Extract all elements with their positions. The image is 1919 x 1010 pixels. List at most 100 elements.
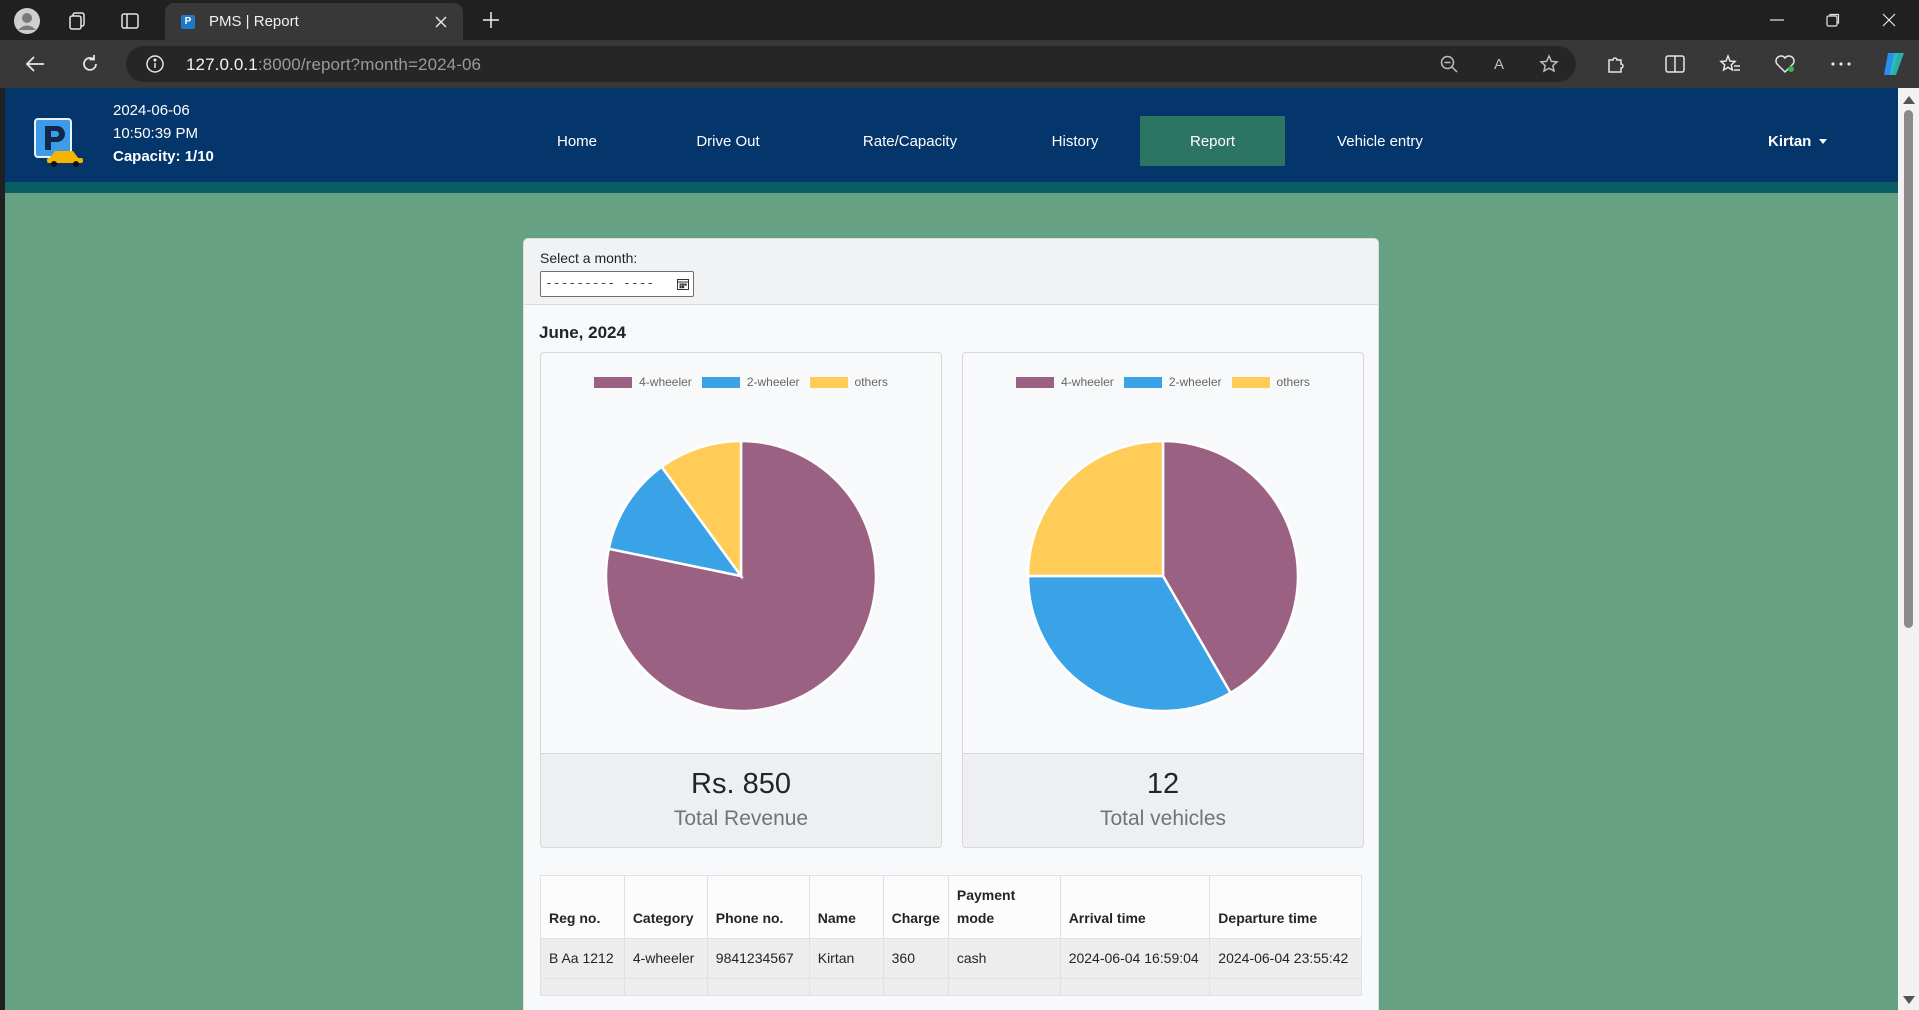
browser-essentials-icon[interactable] xyxy=(1770,50,1800,78)
scrollbar-thumb[interactable] xyxy=(1904,110,1913,628)
legend-swatch xyxy=(809,376,848,388)
legend-swatch xyxy=(1016,376,1055,388)
col-phone: Phone no. xyxy=(706,875,810,939)
revenue-chart-card: 4-wheeler 2-wheeler others Rs. 850 Total… xyxy=(540,352,942,848)
col-arrival-time: Arrival time xyxy=(1059,875,1211,939)
url-field[interactable]: 127.0.0.1:8000/report?month=2024-06 A xyxy=(126,46,1576,82)
table-row xyxy=(540,978,1362,996)
cell-empty xyxy=(623,978,708,996)
parking-logo-icon[interactable] xyxy=(33,117,85,167)
col-name: Name xyxy=(808,875,884,939)
browser-address-bar: 127.0.0.1:8000/report?month=2024-06 A xyxy=(0,40,1919,88)
month-label: Select a month: xyxy=(540,250,638,266)
cell-arrival-time: 2024-06-04 16:59:04 xyxy=(1059,938,1211,979)
site-info-icon[interactable] xyxy=(144,53,166,75)
current-date: 2024-06-06 xyxy=(113,102,190,119)
capacity-text: Capacity: 1/10 xyxy=(113,148,214,165)
revenue-pie-chart[interactable]: 4-wheeler 2-wheeler others xyxy=(541,353,941,753)
legend-item[interactable]: others xyxy=(809,375,888,389)
cell-empty xyxy=(706,978,810,996)
copilot-icon[interactable] xyxy=(1878,48,1910,80)
total-revenue-label: Total Revenue xyxy=(673,807,809,830)
tab-title: PMS | Report xyxy=(209,13,299,30)
total-vehicles-value: 12 xyxy=(1146,768,1180,800)
page-viewport: 2024-06-06 10:50:39 PM Capacity: 1/10 Ho… xyxy=(5,88,1898,1010)
favorites-icon[interactable] xyxy=(1715,50,1745,78)
split-screen-icon[interactable] xyxy=(1660,50,1690,78)
app-navbar: 2024-06-06 10:50:39 PM Capacity: 1/10 Ho… xyxy=(5,88,1898,193)
month-input-placeholder: --------- ---- xyxy=(545,276,655,291)
month-input[interactable]: --------- ---- xyxy=(540,271,694,297)
read-aloud-icon[interactable]: A xyxy=(1488,53,1510,75)
cell-empty xyxy=(540,978,625,996)
close-tab-icon[interactable] xyxy=(429,10,453,34)
current-time: 10:50:39 PM xyxy=(113,125,199,142)
legend-label: 4-wheeler xyxy=(1061,375,1114,389)
tab-actions-icon[interactable] xyxy=(115,6,145,36)
close-window-icon[interactable] xyxy=(1874,6,1904,34)
cell-charge: 360 xyxy=(882,938,949,979)
cell-empty xyxy=(1059,978,1211,996)
legend-item[interactable]: 4-wheeler xyxy=(1016,375,1114,389)
legend-label: others xyxy=(854,375,888,389)
legend-item[interactable]: 2-wheeler xyxy=(701,375,800,389)
legend-label: 4-wheeler xyxy=(639,375,692,389)
chart-legend: 4-wheeler 2-wheeler others xyxy=(541,375,941,389)
legend-item[interactable]: 2-wheeler xyxy=(1123,375,1222,389)
nav-report[interactable]: Report xyxy=(1140,116,1285,166)
more-menu-icon[interactable] xyxy=(1826,50,1856,78)
zoom-out-icon[interactable] xyxy=(1438,53,1460,75)
cell-reg-no: B Aa 1212 xyxy=(540,938,625,979)
browser-tab-active[interactable]: P PMS | Report xyxy=(165,3,463,40)
cell-category: 4-wheeler xyxy=(623,938,708,979)
legend-label: 2-wheeler xyxy=(1168,375,1222,389)
parking-favicon-icon: P xyxy=(181,14,195,29)
revenue-summary: Rs. 850 Total Revenue xyxy=(541,753,941,847)
legend-swatch xyxy=(1231,376,1270,388)
nav-drive-out[interactable]: Drive Out xyxy=(669,116,787,166)
url-text: 127.0.0.1:8000/report?month=2024-06 xyxy=(186,55,481,75)
minimize-window-icon[interactable] xyxy=(1762,6,1792,34)
scroll-up-arrow-icon[interactable] xyxy=(1903,96,1915,104)
cell-payment-mode: cash xyxy=(947,938,1061,979)
calendar-icon[interactable] xyxy=(677,278,689,290)
nav-vehicle-entry[interactable]: Vehicle entry xyxy=(1315,116,1445,166)
status-info: 2024-06-06 10:50:39 PM Capacity: 1/10 xyxy=(113,99,214,168)
browser-tab-bar: P PMS | Report xyxy=(0,0,1919,40)
nav-rate-capacity[interactable]: Rate/Capacity xyxy=(835,116,985,166)
total-vehicles-label: Total vehicles xyxy=(1099,807,1227,830)
page-scrollbar[interactable] xyxy=(1898,88,1919,1010)
scroll-down-arrow-icon[interactable] xyxy=(1903,996,1915,1004)
nav-home[interactable]: Home xyxy=(525,116,629,166)
user-menu[interactable]: Kirtan xyxy=(1768,116,1828,166)
legend-swatch xyxy=(1123,376,1162,388)
chart-legend: 4-wheeler 2-wheeler others xyxy=(963,375,1363,389)
cell-phone: 9841234567 xyxy=(706,938,810,979)
legend-label: 2-wheeler xyxy=(746,375,800,389)
legend-item[interactable]: 4-wheeler xyxy=(594,375,692,389)
url-host: 127.0.0.1 xyxy=(186,55,258,74)
col-category: Category xyxy=(623,875,708,939)
cell-empty xyxy=(947,978,1061,996)
profile-icon[interactable] xyxy=(12,6,42,36)
back-icon[interactable] xyxy=(20,50,50,78)
month-title: June, 2024 xyxy=(539,323,626,342)
vehicles-pie-chart[interactable]: 4-wheeler 2-wheeler others xyxy=(963,353,1363,753)
new-tab-icon[interactable] xyxy=(477,6,505,34)
total-revenue-value: Rs. 850 xyxy=(691,768,791,800)
favorite-star-icon[interactable] xyxy=(1538,53,1560,75)
revenue-pie-svg xyxy=(604,439,878,713)
legend-swatch xyxy=(594,376,633,388)
col-charge: Charge xyxy=(882,875,949,939)
nav-history[interactable]: History xyxy=(1015,116,1135,166)
legend-item[interactable]: others xyxy=(1231,375,1310,389)
col-reg-no: Reg no. xyxy=(540,875,625,939)
extensions-icon[interactable] xyxy=(1600,50,1630,78)
collections-icon[interactable] xyxy=(62,6,92,36)
restore-window-icon[interactable] xyxy=(1818,6,1848,34)
table-row: B Aa 1212 4-wheeler 9841234567 Kirtan 36… xyxy=(540,938,1362,979)
col-departure-time: Departure time xyxy=(1209,875,1362,939)
pie-slice-others[interactable] xyxy=(1026,439,1165,578)
report-table: Reg no. Category Phone no. Name Charge P… xyxy=(540,875,1362,996)
refresh-icon[interactable] xyxy=(75,50,105,78)
